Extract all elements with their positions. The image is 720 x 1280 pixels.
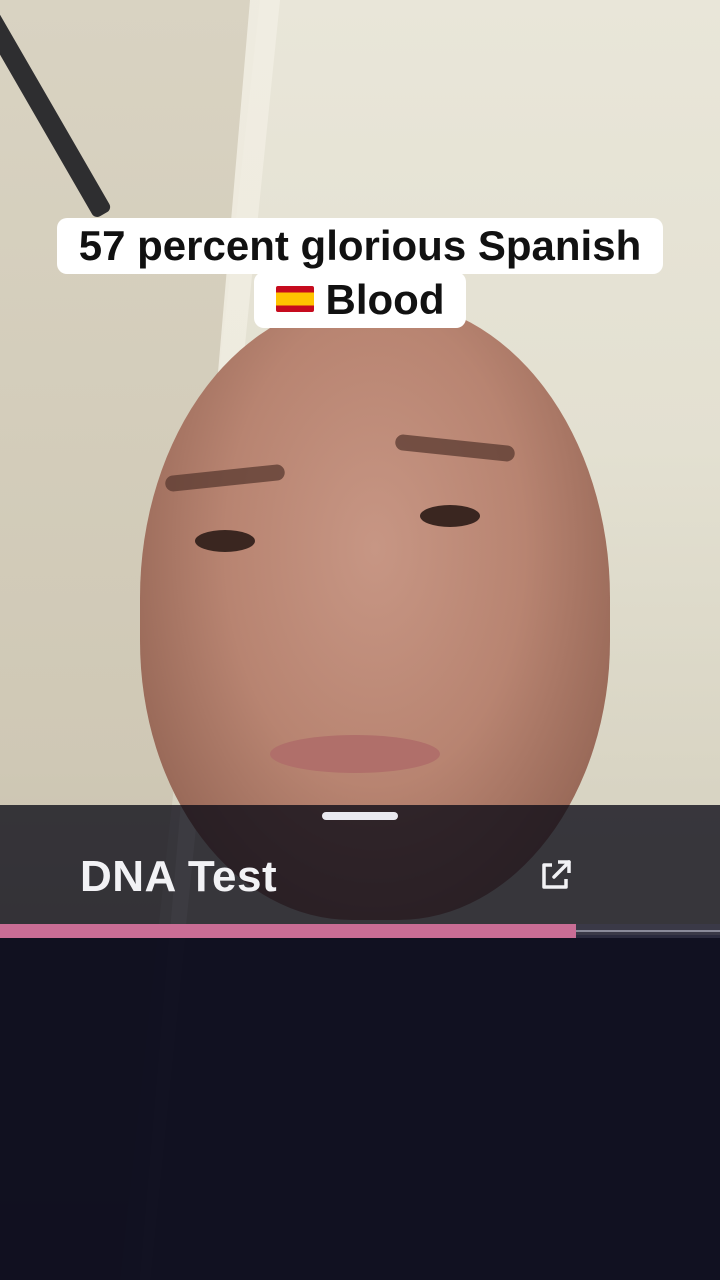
spain-flag-icon xyxy=(275,285,314,312)
left-eye xyxy=(195,530,255,552)
video-caption: 57 percent glorious Spanish Blood xyxy=(0,218,720,328)
right-eye xyxy=(420,505,480,527)
caption-line-1: 57 percent glorious Spanish xyxy=(56,218,664,274)
progress-remaining xyxy=(576,930,720,932)
sheet-drag-handle[interactable] xyxy=(322,812,398,820)
caption-line-2: Blood xyxy=(253,272,467,328)
external-link-icon[interactable] xyxy=(538,857,574,893)
mouth xyxy=(270,735,440,773)
caption-line-2-text: Blood xyxy=(325,276,445,323)
bottom-sheet-body xyxy=(0,935,720,1280)
sheet-title: DNA Test xyxy=(80,852,278,901)
progress-fill xyxy=(0,924,576,938)
